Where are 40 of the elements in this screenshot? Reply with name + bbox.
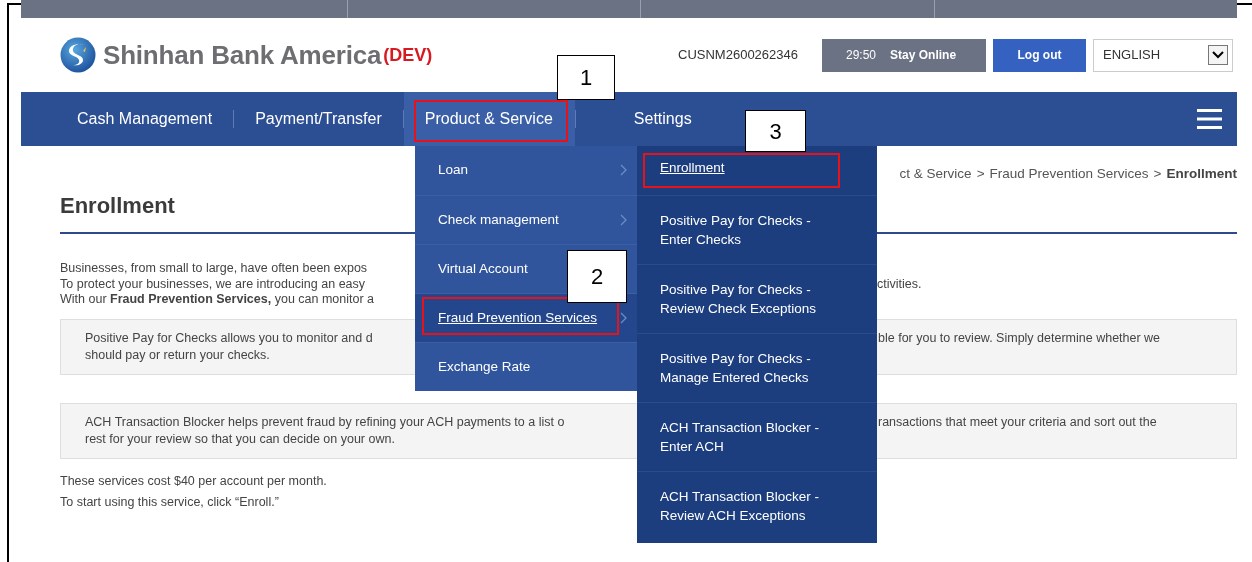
session-timer: 29:50 — [846, 47, 877, 64]
logo-text: Shinhan Bank America — [103, 38, 382, 72]
body-text: To protect your businesses, we are introducing an easy — [60, 276, 366, 292]
body-text: ctivities. — [877, 276, 922, 292]
menu-item[interactable]: Loan — [415, 146, 637, 195]
submenu-item[interactable]: ACH Transaction Blocker - Enter ACH — [637, 402, 877, 471]
submenu-item[interactable]: Positive Pay for Checks - Enter Checks — [637, 195, 877, 264]
note-text: These services cost $40 per account per month. — [60, 472, 327, 490]
breadcrumb-separator: > — [976, 165, 985, 183]
breadcrumb-current: Enrollment — [1166, 165, 1237, 183]
breadcrumb-separator: > — [1153, 165, 1162, 183]
info-text: ransactions that meet your criteria and sort out the — [878, 413, 1157, 431]
customer-id: CUSNM2600262346 — [678, 46, 798, 65]
environment-tag: (DEV) — [383, 41, 433, 69]
info-text: ble for you to review. Simply determine whether we — [878, 329, 1161, 347]
stay-online-button[interactable]: Stay Online — [890, 46, 957, 64]
logo-icon — [60, 37, 96, 73]
callout-number: 1 — [557, 55, 615, 100]
menu-icon[interactable] — [1197, 109, 1222, 129]
body-text: Businesses, from small to large, have often been expos — [60, 261, 368, 277]
nav-tab[interactable]: Cash Management — [21, 92, 234, 146]
submenu-item[interactable]: Positive Pay for Checks - Manage Entered Checks — [637, 333, 877, 402]
menu-item[interactable]: Fraud Prevention Services — [415, 293, 637, 342]
submenu-item[interactable]: Positive Pay for Checks - Review Check Exceptions — [637, 264, 877, 333]
callout-number: 2 — [567, 250, 627, 303]
submenu-item[interactable]: ACH Transaction Blocker - Review ACH Exceptions — [637, 471, 877, 540]
nav-tab[interactable]: Product & Service — [403, 92, 575, 146]
info-text: should pay or return your checks. — [85, 346, 270, 364]
chevron-down-icon — [1208, 45, 1228, 65]
language-select[interactable]: ENGLISH — [1093, 38, 1233, 72]
callout-number: 3 — [745, 110, 806, 152]
info-text: Positive Pay for Checks allows you to monitor and d — [85, 329, 373, 347]
nav-tab[interactable]: Payment/Transfer — [234, 92, 403, 146]
info-text: rest for your review so that you can decide on your own. — [85, 430, 395, 448]
logout-button[interactable]: Log out — [993, 38, 1086, 72]
info-text: ACH Transaction Blocker helps prevent fraud by refining your ACH payments to a list o — [85, 413, 565, 431]
body-text: With our Fraud Prevention Services, you can monitor a — [60, 292, 375, 308]
breadcrumb-link[interactable]: Fraud Prevention Services — [989, 164, 1149, 185]
note-text: To start using this service, click “Enroll.” — [60, 493, 279, 511]
breadcrumb-link[interactable]: ct & Service — [899, 164, 972, 185]
